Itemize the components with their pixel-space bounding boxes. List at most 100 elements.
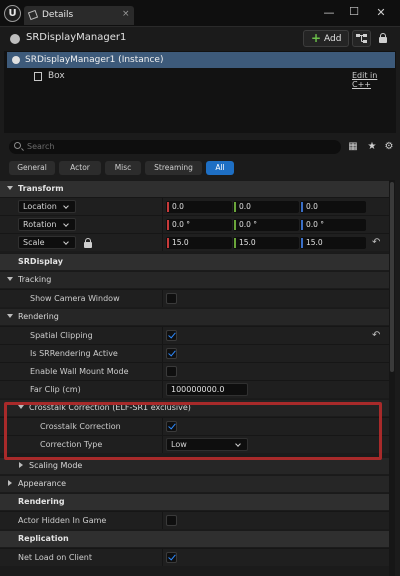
subsection-scaling-mode[interactable]: Scaling Mode: [0, 457, 389, 474]
subsection-appearance[interactable]: Appearance: [0, 475, 389, 492]
reset-to-default-icon[interactable]: ↶: [372, 238, 382, 248]
subsection-crosstalk-correction[interactable]: Crosstalk Correction (ELF-SR1 exclusive): [0, 399, 389, 416]
section-srdisplay[interactable]: SRDisplay: [0, 253, 389, 270]
search-input[interactable]: Search: [9, 140, 341, 154]
dropdown-label: Location: [23, 202, 57, 211]
section-transform[interactable]: Transform: [0, 180, 389, 197]
property-label: Crosstalk Correction: [40, 422, 121, 431]
property-crosstalk-correction: Crosstalk Correction: [0, 417, 389, 435]
subsection-label: Tracking: [18, 275, 52, 284]
section-replication[interactable]: Replication: [0, 530, 389, 547]
subsection-tracking[interactable]: Tracking: [0, 271, 389, 288]
tab-details[interactable]: Details ×: [24, 6, 134, 25]
collapse-arrow-icon: [7, 314, 13, 318]
maximize-button[interactable]: ☐: [347, 5, 361, 18]
property-label: Enable Wall Mount Mode: [30, 367, 129, 376]
scale-dropdown[interactable]: Scale: [18, 236, 76, 249]
filter-streaming[interactable]: Streaming: [145, 161, 202, 175]
is-srrendering-active-checkbox[interactable]: [166, 348, 177, 359]
table-view-icon[interactable]: ▦: [347, 141, 359, 152]
add-label: Add: [324, 34, 342, 44]
show-camera-window-checkbox[interactable]: [166, 293, 177, 304]
subsection-rendering[interactable]: Rendering: [0, 308, 389, 325]
property-label: Correction Type: [40, 440, 103, 449]
close-button[interactable]: ✕: [374, 6, 388, 19]
location-z-field[interactable]: 0.0: [300, 201, 366, 213]
tab-label: Details: [42, 10, 74, 20]
tab-close-icon[interactable]: ×: [122, 9, 130, 19]
rotation-x-field[interactable]: 0.0 °: [166, 219, 232, 231]
far-clip-value: 100000000.0: [171, 385, 225, 394]
box-component-icon: [34, 72, 42, 81]
property-scale: Scale 15.0 15.0 15.0 ↶: [0, 233, 389, 251]
blueprint-button[interactable]: [352, 30, 371, 47]
scale-y-field[interactable]: 15.0: [233, 237, 299, 249]
property-spatial-clipping: Spatial Clipping ↶: [0, 326, 389, 344]
enable-wall-mount-mode-checkbox[interactable]: [166, 366, 177, 377]
location-x-field[interactable]: 0.0: [166, 201, 232, 213]
spatial-clipping-checkbox[interactable]: [166, 330, 177, 341]
actor-hidden-in-game-checkbox[interactable]: [166, 515, 177, 526]
lock-icon[interactable]: [379, 33, 390, 45]
section-rendering[interactable]: Rendering: [0, 493, 389, 510]
rotation-dropdown[interactable]: Rotation: [18, 218, 76, 231]
favorites-star-icon[interactable]: ★: [366, 141, 378, 152]
location-y-field[interactable]: 0.0: [233, 201, 299, 213]
chevron-down-icon: [63, 239, 69, 245]
filter-general[interactable]: General: [9, 161, 55, 175]
filter-actor[interactable]: Actor: [59, 161, 101, 175]
subsection-label: Appearance: [18, 479, 67, 488]
property-label: Is SRRendering Active: [30, 349, 118, 358]
filter-misc[interactable]: Misc: [105, 161, 141, 175]
section-label: Rendering: [18, 497, 65, 506]
property-correction-type: Correction Type Low: [0, 435, 389, 453]
section-label: SRDisplay: [18, 257, 63, 266]
chevron-down-icon: [63, 203, 69, 209]
scroll-thumb[interactable]: [390, 182, 394, 372]
property-label: Actor Hidden In Game: [18, 516, 107, 525]
scale-z-field[interactable]: 15.0: [300, 237, 366, 249]
search-icon: [14, 142, 21, 149]
property-actor-hidden-in-game: Actor Hidden In Game: [0, 511, 389, 529]
add-component-button[interactable]: + Add: [303, 30, 349, 47]
actor-header: SRDisplayManager1 + Add: [0, 27, 400, 51]
edit-in-cpp-link[interactable]: Edit in C++: [352, 71, 396, 89]
property-enable-wall-mount-mode: Enable Wall Mount Mode: [0, 362, 389, 380]
collapse-arrow-icon: [7, 186, 13, 190]
correction-type-dropdown[interactable]: Low: [166, 438, 248, 451]
rotation-z-field[interactable]: 0.0 °: [300, 219, 366, 231]
property-list: Transform Location 0.0 0.0 0.0 Rotation …: [0, 180, 390, 576]
section-label: Replication: [18, 534, 69, 543]
property-far-clip: Far Clip (cm) 100000000.0: [0, 380, 389, 398]
dropdown-label: Rotation: [23, 220, 57, 229]
crosstalk-correction-checkbox[interactable]: [166, 421, 177, 432]
settings-gear-icon[interactable]: ⚙: [383, 141, 395, 152]
location-dropdown[interactable]: Location: [18, 200, 76, 213]
scrollbar[interactable]: [389, 180, 395, 576]
property-location: Location 0.0 0.0 0.0: [0, 197, 389, 215]
reset-to-default-icon[interactable]: ↶: [372, 331, 382, 341]
property-show-camera-window: Show Camera Window: [0, 289, 389, 307]
chevron-down-icon: [235, 441, 241, 447]
subsection-label: Scaling Mode: [29, 461, 83, 470]
plus-icon: +: [311, 31, 322, 45]
scale-x-field[interactable]: 15.0: [166, 237, 232, 249]
filter-all[interactable]: All: [206, 161, 234, 175]
collapse-arrow-icon: [7, 277, 13, 281]
property-label: Spatial Clipping: [30, 331, 93, 340]
component-row-instance[interactable]: SRDisplayManager1 (Instance): [7, 52, 395, 68]
chevron-down-icon: [63, 221, 69, 227]
property-label: Show Camera Window: [30, 294, 120, 303]
property-is-srrendering-active: Is SRRendering Active: [0, 344, 389, 362]
actor-name: SRDisplayManager1: [26, 32, 127, 43]
subsection-label: Crosstalk Correction (ELF-SR1 exclusive): [29, 403, 191, 412]
far-clip-input[interactable]: 100000000.0: [166, 383, 248, 396]
rotation-y-field[interactable]: 0.0 °: [233, 219, 299, 231]
actor-instance-icon: [12, 56, 20, 64]
expand-arrow-icon: [8, 480, 12, 486]
net-load-on-client-checkbox[interactable]: [166, 552, 177, 563]
component-box-label[interactable]: Box: [48, 71, 65, 81]
minimize-button[interactable]: —: [322, 6, 336, 19]
property-rotation: Rotation 0.0 ° 0.0 ° 0.0 °: [0, 215, 389, 233]
expand-arrow-icon: [19, 462, 23, 468]
